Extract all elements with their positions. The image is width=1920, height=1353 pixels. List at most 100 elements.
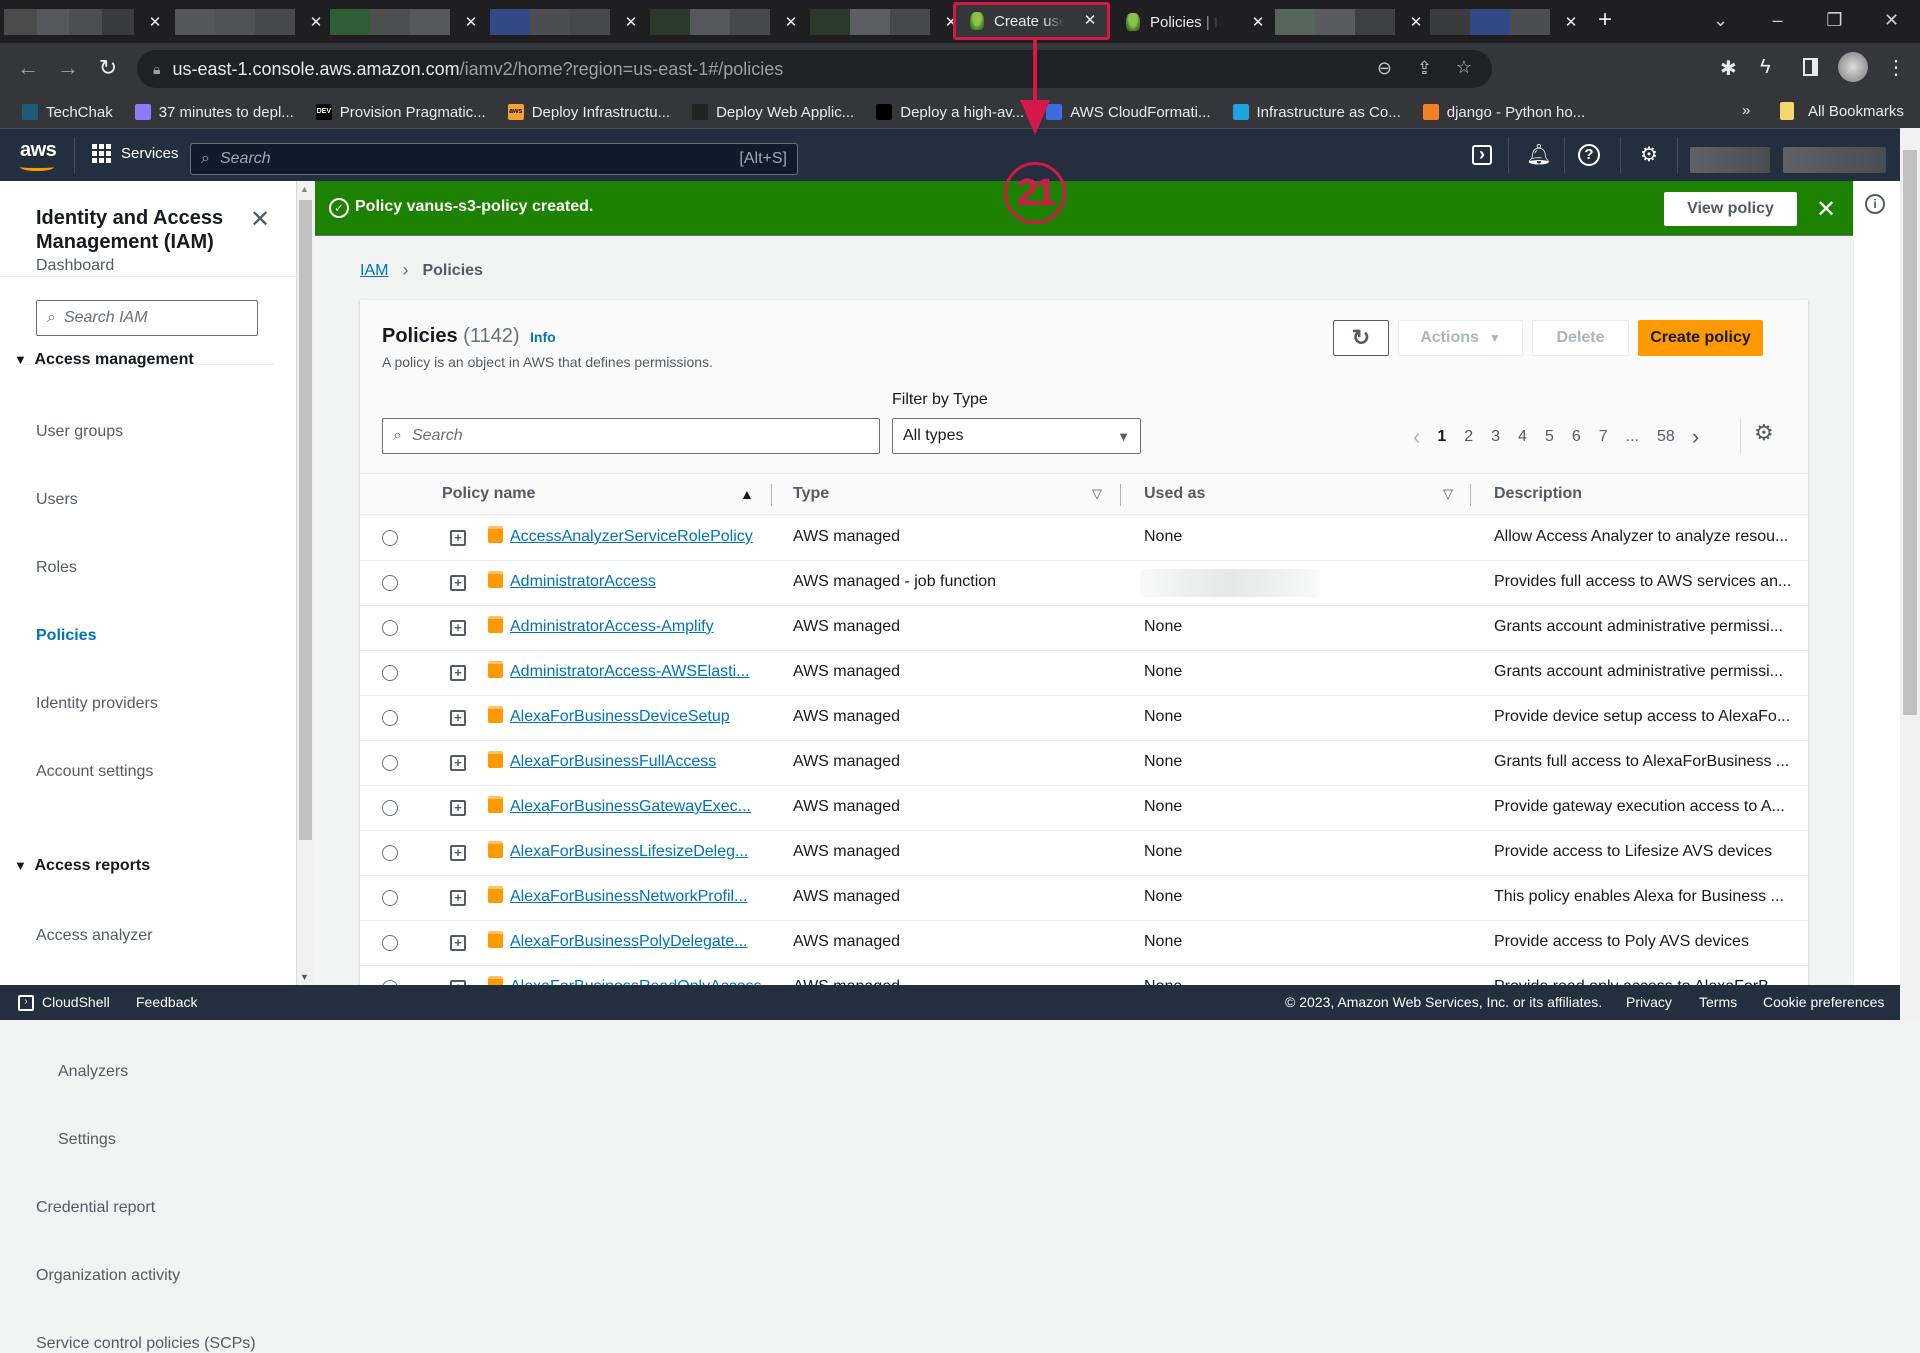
row-select-radio[interactable] <box>382 710 398 726</box>
zoom-icon[interactable]: ⊖ <box>1377 58 1392 79</box>
row-select-radio[interactable] <box>382 845 398 861</box>
sidebar-scrollbar-thumb[interactable] <box>299 200 312 840</box>
table-row[interactable]: + AdministratorAccess-Amplify AWS managed N… <box>360 606 1808 651</box>
browser-tab-blurred[interactable]: ✕ <box>175 6 325 38</box>
services-menu-button[interactable]: Services <box>92 144 179 163</box>
help-icon[interactable]: ? <box>1578 144 1600 166</box>
row-select-radio[interactable] <box>382 665 398 681</box>
region-selector[interactable] <box>1690 147 1770 173</box>
expand-row-icon[interactable]: + <box>450 800 466 816</box>
expand-row-icon[interactable]: + <box>450 710 466 726</box>
reload-icon[interactable]: ↻ <box>94 55 122 81</box>
close-tab-icon[interactable]: ✕ <box>146 13 164 31</box>
notifications-bell-icon[interactable]: 🔔︎ <box>1524 142 1554 167</box>
table-row[interactable]: + AlexaForBusinessLifesizeDeleg... AWS man… <box>360 831 1808 876</box>
sidebar-section-access-reports[interactable]: ▼ Access reports <box>14 857 150 875</box>
table-preferences-gear-icon[interactable]: ⚙ <box>1754 420 1774 446</box>
browser-tab-blurred[interactable]: ✕ <box>1275 6 1425 38</box>
policy-name-link[interactable]: AlexaForBusinessPolyDelegate... <box>510 933 747 951</box>
aws-logo[interactable]: aws <box>20 139 57 162</box>
page-scrollbar-thumb[interactable] <box>1903 150 1917 715</box>
cloudshell-link[interactable]: CloudShell <box>42 994 110 1010</box>
address-bar[interactable]: 🔒︎ us-east-1.console.aws.amazon.com/iamv… <box>137 50 1492 88</box>
browser-tab-blurred[interactable]: ✕ <box>810 6 960 38</box>
table-row[interactable]: + AlexaForBusinessDeviceSetup AWS managed N… <box>360 696 1808 741</box>
expand-row-icon[interactable]: + <box>450 575 466 591</box>
table-row[interactable]: + AlexaForBusinessNetworkProfil... AWS man… <box>360 876 1808 921</box>
sidebar-item-user-groups[interactable]: User groups <box>36 423 123 441</box>
policy-name-link[interactable]: AdministratorAccess-Amplify <box>510 618 714 636</box>
forward-icon[interactable]: → <box>54 55 82 81</box>
sidebar-search-input[interactable]: ⌕ Search IAM <box>36 300 258 336</box>
close-tab-icon[interactable]: ✕ <box>622 13 640 31</box>
row-select-radio[interactable] <box>382 935 398 951</box>
policy-name-link[interactable]: AlexaForBusinessDeviceSetup <box>510 708 730 726</box>
view-policy-button[interactable]: View policy <box>1664 192 1797 226</box>
column-policy-name[interactable]: Policy name <box>442 485 535 503</box>
table-row[interactable]: + AdministratorAccess AWS managed - job fu… <box>360 561 1808 606</box>
policies-search-input[interactable]: ⌕ Search <box>382 418 880 454</box>
sidebar-item-dashboard[interactable]: Dashboard <box>36 257 114 275</box>
table-row[interactable]: + AdministratorAccess-AWSElasti... AWS man… <box>360 651 1808 696</box>
table-row[interactable]: + AccessAnalyzerServiceRolePolicy AWS mana… <box>360 516 1808 561</box>
back-icon[interactable]: ← <box>14 55 42 81</box>
bookmark-item[interactable]: django - Python ho... <box>1422 104 1585 121</box>
performance-icon[interactable]: ϟ <box>1760 56 1771 79</box>
all-bookmarks[interactable]: All Bookmarks <box>1780 102 1904 120</box>
bookmark-item[interactable]: AWS CloudFormati... <box>1046 104 1211 121</box>
minimize-button[interactable]: – <box>1749 10 1806 31</box>
restore-button[interactable]: ❐ <box>1806 10 1863 31</box>
expand-row-icon[interactable]: + <box>450 620 466 636</box>
row-select-radio[interactable] <box>382 755 398 771</box>
feedback-link[interactable]: Feedback <box>136 994 197 1010</box>
sidebar-item-service-control-policies-scps[interactable]: Service control policies (SCPs) <box>36 1335 256 1353</box>
page-1-button[interactable]: 1 <box>1437 428 1446 446</box>
bookmark-star-icon[interactable]: ☆ <box>1456 57 1472 78</box>
bookmark-item[interactable]: Infrastructure as Co... <box>1232 104 1401 121</box>
browser-tab[interactable]: Create user ✕ <box>953 2 1110 40</box>
browser-tab-blurred[interactable]: ✕ <box>1430 6 1580 38</box>
expand-row-icon[interactable]: + <box>450 890 466 906</box>
row-select-radio[interactable] <box>382 575 398 591</box>
sidebar-item-roles[interactable]: Roles <box>36 559 77 577</box>
bookmark-item[interactable]: 37 minutes to depl... <box>134 104 294 121</box>
expand-row-icon[interactable]: + <box>450 665 466 681</box>
policy-name-link[interactable]: AlexaForBusinessNetworkProfil... <box>510 888 747 906</box>
row-select-radio[interactable] <box>382 890 398 906</box>
column-type[interactable]: Type <box>793 485 829 503</box>
page-5-button[interactable]: 5 <box>1545 428 1554 446</box>
sidebar-section-access-management[interactable]: ▼ Access management <box>14 351 194 369</box>
close-sidebar-icon[interactable]: ✕ <box>250 205 270 234</box>
policy-name-link[interactable]: AdministratorAccess-AWSElasti... <box>510 663 749 681</box>
refresh-button[interactable]: ↻ <box>1333 320 1389 356</box>
info-link[interactable]: Info <box>530 329 556 345</box>
browser-tab-blurred[interactable]: ✕ <box>330 6 480 38</box>
sidebar-item-analyzers[interactable]: Analyzers <box>58 1063 128 1081</box>
page-3-button[interactable]: 3 <box>1491 428 1500 446</box>
browser-tab-blurred[interactable]: ✕ <box>4 6 164 38</box>
policy-name-link[interactable]: AlexaForBusinessLifesizeDeleg... <box>510 843 748 861</box>
expand-row-icon[interactable]: + <box>450 755 466 771</box>
close-tab-icon[interactable]: ✕ <box>462 13 480 31</box>
sidebar-item-access-analyzer[interactable]: Access analyzer <box>36 927 153 945</box>
page-2-button[interactable]: 2 <box>1464 428 1473 446</box>
sidebar-item-identity-providers[interactable]: Identity providers <box>36 695 158 713</box>
bookmark-item[interactable]: TechChak <box>22 104 113 121</box>
global-search-input[interactable]: ⌕ Search [Alt+S] <box>190 143 798 175</box>
close-tab-icon[interactable]: ✕ <box>1249 13 1267 31</box>
actions-dropdown-button[interactable]: Actions ▼ <box>1398 320 1523 356</box>
expand-row-icon[interactable]: + <box>450 935 466 951</box>
sidebar-item-users[interactable]: Users <box>36 491 78 509</box>
sort-icon[interactable]: ▽ <box>1092 486 1102 502</box>
menu-icon[interactable]: ⋮ <box>1886 55 1906 80</box>
policy-name-link[interactable]: AdministratorAccess <box>510 573 656 591</box>
column-description[interactable]: Description <box>1494 485 1582 503</box>
account-menu[interactable] <box>1783 147 1886 173</box>
sidebar-item-credential-report[interactable]: Credential report <box>36 1199 155 1217</box>
expand-row-icon[interactable]: + <box>450 845 466 861</box>
page-58-button[interactable]: 58 <box>1657 428 1675 446</box>
share-icon[interactable]: ⇪ <box>1417 58 1432 79</box>
close-tab-icon[interactable]: ✕ <box>1562 13 1580 31</box>
terms-link[interactable]: Terms <box>1699 994 1737 1010</box>
extensions-icon[interactable]: ✱ <box>1720 56 1737 81</box>
